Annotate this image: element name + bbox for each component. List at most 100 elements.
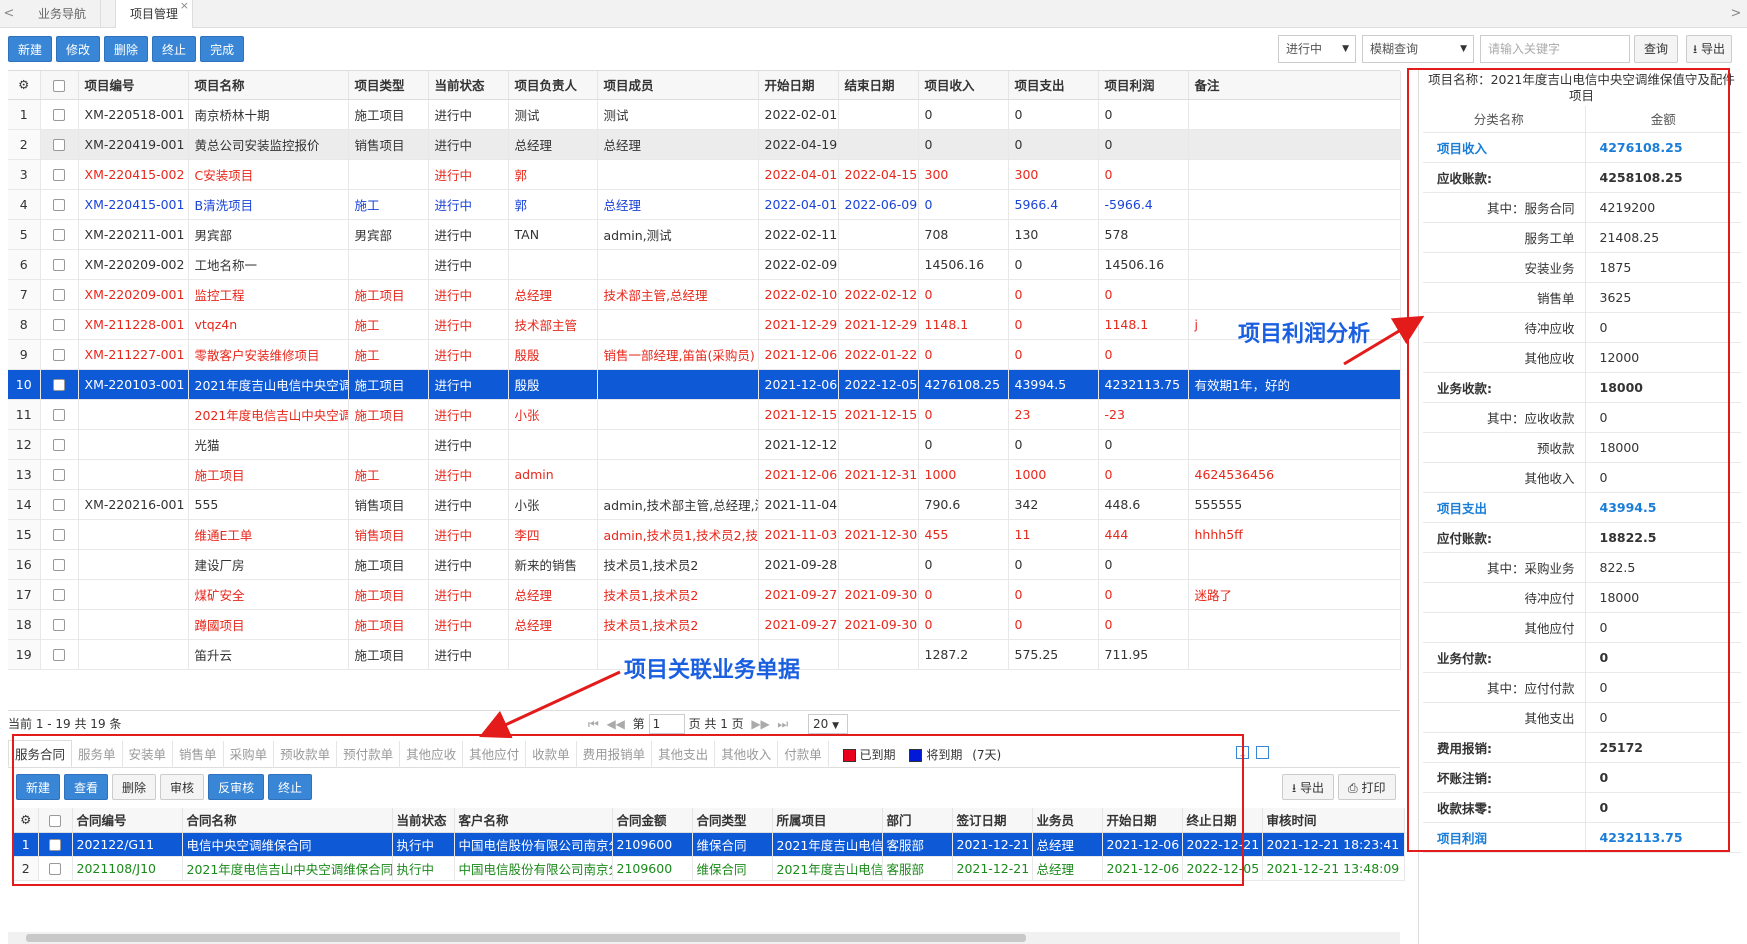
row-checkbox[interactable] [40, 609, 79, 640]
col-start-date[interactable]: 开始日期 [758, 71, 839, 100]
table-row[interactable]: 9 XM-211227-001 零散客户安装维修项目 施工 进行中 殷殷 销售一部经理,笛笛… [8, 339, 1401, 370]
table-row[interactable]: 3 XM-220415-002 C安装项目 进行中郭 2022-04-01 2022-04… [8, 159, 1401, 190]
sub-export-button[interactable]: ⭳ 导出 [1282, 774, 1335, 800]
col-contract-start[interactable]: 开始日期 [1102, 808, 1183, 833]
subtab-item[interactable]: 其他应付 [463, 741, 527, 768]
minimize-icon[interactable]: _ [1236, 746, 1249, 759]
col-income[interactable]: 项目收入 [918, 71, 1009, 100]
table-row[interactable]: 16 建设厂房 施工项目 进行中 新来的销售 技术员1,技术员2 2021-09-28 0 0 0 [8, 549, 1401, 580]
subtab-item[interactable]: 预付款单 [337, 741, 401, 768]
col-project-name[interactable]: 项目名称 [188, 71, 349, 100]
next-page-icon[interactable]: ▶▶ [751, 717, 769, 731]
row-checkbox[interactable] [40, 219, 79, 250]
col-project-code[interactable]: 项目编号 [78, 71, 189, 100]
col-sign-date[interactable]: 签订日期 [952, 808, 1033, 833]
stop-button[interactable]: 终止 [152, 36, 197, 62]
sub-review-button[interactable]: 审核 [160, 774, 205, 800]
table-row[interactable]: 13 施工项目 施工 进行中 admin 2021-12-06 2021-12-31 1000… [8, 459, 1401, 490]
table-row[interactable]: 1202122/G11电信中央空调维保合同执行中中国电信股份有限公司南京分公司2… [14, 832, 1405, 857]
row-checkbox[interactable] [40, 519, 79, 550]
complete-button[interactable]: 完成 [200, 36, 245, 62]
sub-unreview-button[interactable]: 反审核 [208, 774, 265, 800]
row-checkbox[interactable] [38, 856, 73, 881]
row-checkbox[interactable] [40, 399, 79, 430]
sub-print-button[interactable]: ⎙ 打印 [1338, 774, 1396, 800]
row-checkbox[interactable] [40, 369, 79, 400]
col-project-type[interactable]: 项目类型 [348, 71, 429, 100]
query-mode-select[interactable]: 模糊查询 ▼ [1362, 35, 1474, 63]
tab-scroll-left-icon[interactable]: < [0, 0, 18, 28]
table-row[interactable]: 1 XM-220518-001 南京桥林十期 施工项目 进行中 测试 测试 2022-02-0… [8, 99, 1401, 130]
row-checkbox[interactable] [40, 639, 79, 670]
subtab-item[interactable]: 服务合同 [8, 740, 73, 767]
col-contract-name[interactable]: 合同名称 [182, 808, 393, 833]
col-customer[interactable]: 客户名称 [454, 808, 613, 833]
keyword-input[interactable]: 请输入关键字 [1480, 35, 1630, 63]
tab-business-nav[interactable]: 业务导航 [24, 0, 102, 28]
edit-button[interactable]: 修改 [56, 36, 101, 62]
col-expense[interactable]: 项目支出 [1008, 71, 1099, 100]
scrollbar-thumb[interactable] [26, 934, 1026, 942]
col-department[interactable]: 部门 [882, 808, 953, 833]
sub-new-button[interactable]: 新建 [16, 774, 61, 800]
table-row[interactable]: 17 煤矿安全 施工项目 进行中 总经理 技术员1,技术员2 2021-09-27 2021-… [8, 579, 1401, 610]
row-checkbox[interactable] [40, 279, 79, 310]
sub-stop-button[interactable]: 终止 [268, 774, 313, 800]
row-checkbox[interactable] [38, 832, 73, 857]
table-row[interactable]: 18 蹲國项目 施工项目 进行中 总经理 技术员1,技术员2 2021-09-27 2021-… [8, 609, 1401, 640]
row-checkbox[interactable] [40, 489, 79, 520]
tab-project-management[interactable]: 项目管理 × [115, 0, 194, 28]
table-row[interactable]: 6 XM-220209-002 工地名称一 进行中 2022-02-09 14506.16… [8, 249, 1401, 280]
maximize-icon[interactable] [1256, 746, 1269, 759]
tab-scroll-right-icon[interactable]: > [1727, 0, 1745, 28]
table-row[interactable]: 7 XM-220209-001 监控工程 施工项目 进行中 总经理 技术部主管,总经理 202… [8, 279, 1401, 310]
row-checkbox[interactable] [40, 189, 79, 220]
row-checkbox[interactable] [40, 159, 79, 190]
col-profit[interactable]: 项目利润 [1098, 71, 1189, 100]
col-status[interactable]: 当前状态 [428, 71, 509, 100]
col-end-date[interactable]: 结束日期 [838, 71, 919, 100]
sub-view-button[interactable]: 查看 [64, 774, 109, 800]
select-all-checkbox[interactable] [40, 71, 79, 100]
table-row[interactable]: 14 XM-220216-001 555 销售项目 进行中 小张 admin,技术部主管,总… [8, 489, 1401, 520]
subtab-item[interactable]: 其他应收 [400, 741, 464, 768]
row-checkbox[interactable] [40, 99, 79, 130]
new-button[interactable]: 新建 [8, 36, 53, 62]
row-checkbox[interactable] [40, 579, 79, 610]
contract-select-all-checkbox[interactable] [38, 808, 73, 833]
row-checkbox[interactable] [40, 339, 79, 370]
table-row[interactable]: 11 2021年度电信吉山中央空调维保施工项目进行中小张 2021-12-15202… [8, 399, 1401, 430]
row-checkbox[interactable] [40, 429, 79, 460]
table-row[interactable]: 5 XM-220211-001 男宾部 男宾部 进行中 TAN admin,测试 2022-0… [8, 219, 1401, 250]
row-checkbox[interactable] [40, 459, 79, 490]
table-row[interactable]: 12 光猫 进行中 2021-12-12 0 0 0 [8, 429, 1401, 460]
horizontal-scrollbar[interactable] [8, 932, 1400, 944]
subtab-item[interactable]: 其他支出 [652, 741, 716, 768]
row-checkbox[interactable] [40, 549, 79, 580]
contract-grid-settings-icon[interactable]: ⚙ [14, 808, 39, 833]
row-checkbox[interactable] [40, 309, 79, 340]
close-tab-icon[interactable]: × [180, 0, 189, 20]
status-select[interactable]: 进行中 ▼ [1278, 35, 1356, 63]
sub-delete-button[interactable]: 删除 [112, 774, 157, 800]
last-page-icon[interactable]: ⏭ [777, 717, 788, 731]
subtab-item[interactable]: 销售单 [173, 741, 224, 768]
subtab-item[interactable]: 安装单 [123, 741, 174, 768]
col-salesperson[interactable]: 业务员 [1032, 808, 1103, 833]
row-checkbox[interactable] [40, 129, 79, 160]
row-checkbox[interactable] [40, 249, 79, 280]
subtab-item[interactable]: 采购单 [224, 741, 275, 768]
delete-button[interactable]: 删除 [104, 36, 149, 62]
page-number-input[interactable]: 1 [648, 714, 685, 734]
first-page-icon[interactable]: ⏮ [588, 717, 599, 731]
col-remark[interactable]: 备注 [1188, 71, 1401, 100]
search-button[interactable]: 查询 [1634, 35, 1679, 63]
subtab-item[interactable]: 费用报销单 [577, 741, 653, 768]
col-contract-status[interactable]: 当前状态 [392, 808, 455, 833]
col-contract-end[interactable]: 终止日期 [1182, 808, 1263, 833]
subtab-item[interactable]: 收款单 [526, 741, 577, 768]
col-manager[interactable]: 项目负责人 [508, 71, 598, 100]
subtab-item[interactable]: 服务单 [72, 741, 123, 768]
col-review-time[interactable]: 审核时间 [1262, 808, 1405, 833]
page-size-select[interactable]: 20 ▼ [808, 714, 848, 734]
